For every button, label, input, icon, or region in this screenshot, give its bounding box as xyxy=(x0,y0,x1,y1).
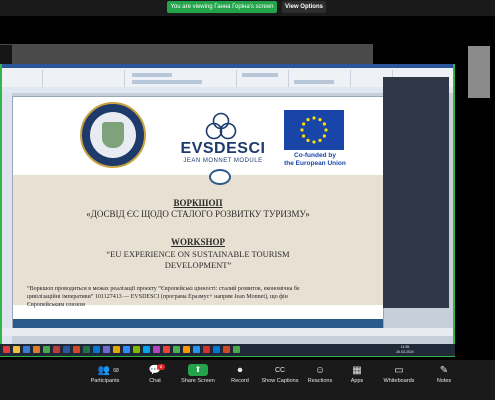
app-icon[interactable] xyxy=(43,346,50,353)
viewing-screen-banner: You are viewing Ганна Горіна's screen xyxy=(167,1,277,13)
ring-ornament xyxy=(209,169,231,185)
record-button[interactable]: Record xyxy=(225,378,255,384)
funding-note-line1: “Воркшоп проводиться в межах реалізації … xyxy=(27,286,300,292)
eu-cofunded-line1: Co-funded by xyxy=(294,152,336,159)
captions-icon[interactable]: CC xyxy=(273,366,287,376)
workshop-subtitle-ua: «ДОСВІД ЄС ЩОДО СТАЛОГО РОЗВИТКУ ТУРИЗМУ… xyxy=(86,209,310,219)
app-icon[interactable] xyxy=(173,346,180,353)
workshop-subtitle-en-line1: “EU EXPERIENCE ON SUSTAINABLE TOURISM xyxy=(106,249,290,259)
browser-icon[interactable] xyxy=(23,346,30,353)
powerpoint-statusbar xyxy=(2,328,453,336)
ribbon-group-drawing[interactable] xyxy=(290,70,351,88)
ribbon-group-paragraph[interactable] xyxy=(238,70,289,88)
eu-flag-icon xyxy=(284,110,344,150)
word-icon[interactable] xyxy=(63,346,70,353)
ribbon-group-slides[interactable] xyxy=(44,70,125,88)
app-icon[interactable] xyxy=(33,346,40,353)
app-icon[interactable] xyxy=(53,346,60,353)
app-icon[interactable] xyxy=(113,346,120,353)
share-screen-button[interactable]: Share Screen xyxy=(178,378,218,384)
funding-note: “Воркшоп проводиться в межах реалізації … xyxy=(27,285,383,309)
apps-icon[interactable]: ▦ xyxy=(350,366,364,376)
apps-button[interactable]: Apps xyxy=(343,378,371,384)
evsdesci-name: EVSDESCI xyxy=(180,140,266,157)
notes-icon[interactable]: ✎ xyxy=(437,366,451,376)
chat-button[interactable]: Chat xyxy=(140,378,170,384)
chat-badge: 8 xyxy=(157,364,165,370)
start-icon[interactable] xyxy=(3,346,10,353)
background-window-right xyxy=(468,46,490,98)
app-icon[interactable] xyxy=(183,346,190,353)
app-icon[interactable] xyxy=(203,346,210,353)
slide-thumbnails[interactable] xyxy=(2,93,12,355)
participants-count: 68 xyxy=(113,368,119,374)
whiteboards-icon[interactable]: ▭ xyxy=(392,366,406,376)
taskbar-clock[interactable]: 14:55 26.03.2024 xyxy=(393,345,417,355)
evsdesci-subtitle: JEAN MONNET MODULE xyxy=(183,158,263,164)
participants-icon[interactable]: 👥 xyxy=(97,366,111,376)
app-icon[interactable] xyxy=(143,346,150,353)
whiteboards-button[interactable]: Whiteboards xyxy=(378,378,420,384)
app-icon[interactable] xyxy=(153,346,160,353)
reactions-button[interactable]: Reactions xyxy=(302,378,338,384)
record-icon[interactable]: ⏺ xyxy=(233,366,247,376)
show-captions-button[interactable]: Show Captions xyxy=(258,378,302,384)
funding-note-line2: цивілізаційні імперативи” 101127413 — EV… xyxy=(27,294,288,300)
workshop-title-en: WORKSHOP xyxy=(170,237,225,247)
ribbon-group-clipboard[interactable] xyxy=(2,70,43,88)
app-icon[interactable] xyxy=(213,346,220,353)
folder-icon[interactable] xyxy=(13,346,20,353)
clock-date: 26.03.2024 xyxy=(396,350,414,354)
app-icon[interactable] xyxy=(93,346,100,353)
evsdesci-rings-logo xyxy=(205,112,237,140)
excel-icon[interactable] xyxy=(83,346,90,353)
app-icon[interactable] xyxy=(223,346,230,353)
app-icon[interactable] xyxy=(233,346,240,353)
participants-button[interactable]: Participants xyxy=(85,378,125,384)
app-icon[interactable] xyxy=(133,346,140,353)
zoom-app-icon[interactable] xyxy=(123,346,130,353)
workshop-title-ua: ВОРКШОП xyxy=(173,198,223,208)
slide[interactable]: EVSDESCI JEAN MONNET MODULE Co-funded by… xyxy=(12,96,384,331)
powerpoint-icon[interactable] xyxy=(73,346,80,353)
university-seal-logo xyxy=(80,102,146,168)
app-icon[interactable] xyxy=(103,346,110,353)
windows-taskbar xyxy=(0,344,455,356)
chrome-icon[interactable] xyxy=(163,346,170,353)
ribbon-group-font[interactable] xyxy=(126,70,237,88)
overlay-window xyxy=(383,77,449,308)
share-screen-icon[interactable]: ⬆ xyxy=(188,364,208,376)
workshop-subtitle-en-line2: DEVELOPMENT” xyxy=(164,260,232,270)
app-icon[interactable] xyxy=(193,346,200,353)
notes-button[interactable]: Notes xyxy=(430,378,458,384)
funding-note-line3: Європейським союзом xyxy=(27,302,85,308)
reactions-icon[interactable]: ☺ xyxy=(313,366,327,376)
view-options-button[interactable]: View Options xyxy=(282,1,326,13)
background-window xyxy=(0,44,373,65)
eu-cofunded-line2: the European Union xyxy=(284,160,346,167)
